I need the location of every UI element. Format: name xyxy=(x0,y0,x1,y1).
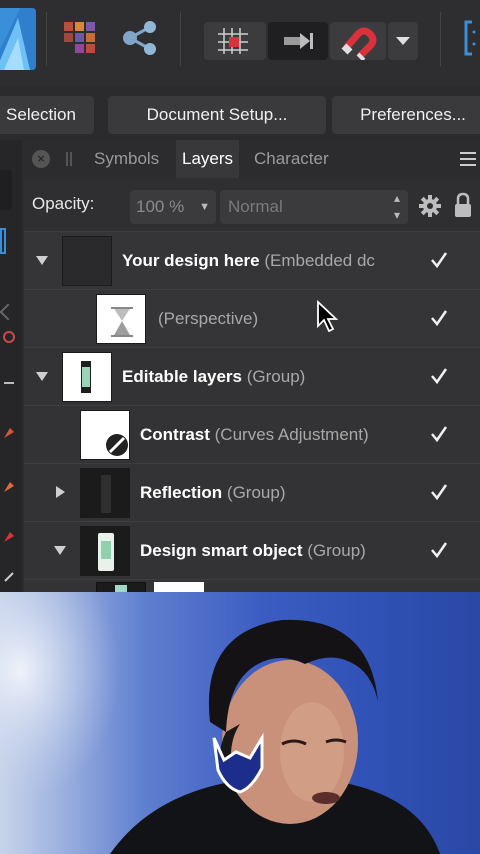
move-tool[interactable] xyxy=(0,170,12,210)
toolbar-divider xyxy=(46,12,47,66)
layer-type: (Embedded dc xyxy=(264,251,375,270)
layer-row[interactable]: Reflection (Group) xyxy=(24,464,480,522)
selection-button[interactable]: Selection xyxy=(0,96,94,134)
layer-row[interactable]: Editable layers (Group) xyxy=(24,348,480,406)
webcam-feed xyxy=(0,592,480,854)
opacity-bar: Opacity: 100 % ▼ Normal ▴ ▾ xyxy=(24,178,480,232)
paint-tool-icon[interactable] xyxy=(2,480,16,494)
layers-list: Your design here (Embedded dc (Perspecti… xyxy=(24,232,480,592)
layer-name: Contrast xyxy=(140,425,210,444)
visibility-checkmark-icon[interactable] xyxy=(430,367,448,385)
layer-name: Design smart object xyxy=(140,541,303,560)
layer-row[interactable]: Your design here (Embedded dc xyxy=(24,232,480,290)
mouse-cursor-icon xyxy=(317,300,338,332)
presenter-video-image xyxy=(0,592,440,854)
disclosure-triangle-icon[interactable] xyxy=(52,542,68,558)
visibility-checkmark-icon[interactable] xyxy=(430,309,448,327)
group-preview-icon xyxy=(81,361,91,393)
share-icon[interactable] xyxy=(120,18,160,58)
tools-strip xyxy=(0,140,22,592)
toolbar-divider xyxy=(440,12,441,66)
snapping-grid-button[interactable] xyxy=(204,22,266,60)
disclosure-triangle-icon[interactable] xyxy=(52,484,68,500)
opacity-field[interactable]: 100 % ▼ xyxy=(130,190,216,224)
layer-type: (Group) xyxy=(307,541,366,560)
panel-menu-icon[interactable] xyxy=(460,152,476,166)
magnet-snapping-button[interactable] xyxy=(330,22,386,62)
erase-tool-icon[interactable] xyxy=(2,426,16,440)
layer-type: (Group) xyxy=(226,483,286,502)
lock-icon[interactable] xyxy=(454,192,472,218)
layers-panel: × Symbols Layers Character Opacity: 100 … xyxy=(24,140,480,592)
layer-row[interactable]: Design smart object (Group) xyxy=(24,522,480,580)
brush-tool-icon[interactable] xyxy=(2,330,16,344)
transfer-button[interactable] xyxy=(268,22,328,60)
visibility-checkmark-icon[interactable] xyxy=(430,541,448,559)
main-toolbar xyxy=(0,0,480,86)
blend-mode-select[interactable]: Normal ▴ ▾ xyxy=(220,190,408,224)
curves-adjustment-icon xyxy=(106,434,128,456)
layer-row-partial[interactable] xyxy=(24,580,480,592)
chevron-down-icon[interactable] xyxy=(388,22,418,60)
clone-tool-icon[interactable] xyxy=(2,530,16,544)
layer-label: Your design here (Embedded dc xyxy=(122,232,400,290)
disclosure-triangle-icon[interactable] xyxy=(34,252,50,268)
affinity-photo-logo-icon[interactable] xyxy=(0,8,36,70)
tab-character[interactable]: Character xyxy=(254,140,329,178)
close-panel-icon[interactable]: × xyxy=(32,150,50,168)
layer-thumbnail xyxy=(80,410,130,460)
updown-arrows-icon: ▴ ▾ xyxy=(393,191,400,222)
pen-tool-icon[interactable] xyxy=(2,376,16,390)
layer-thumbnail xyxy=(62,352,112,402)
smudge-tool-icon[interactable] xyxy=(2,570,16,584)
layer-thumbnail xyxy=(80,526,130,576)
perspective-hourglass-icon xyxy=(111,307,133,337)
live-projects-icon[interactable] xyxy=(60,18,100,58)
layer-name: Editable layers xyxy=(122,367,243,386)
layer-thumbnail xyxy=(96,294,146,344)
layer-label: Editable layers (Group) xyxy=(122,348,400,406)
visibility-checkmark-icon[interactable] xyxy=(430,251,448,269)
panel-grip-icon[interactable] xyxy=(66,152,72,166)
visibility-checkmark-icon[interactable] xyxy=(430,425,448,443)
layer-row[interactable]: (Perspective) xyxy=(24,290,480,348)
persona-button-row: Selection Document Setup... Preferences.… xyxy=(0,94,480,138)
tool-group-icon xyxy=(0,303,17,321)
layer-label: Contrast (Curves Adjustment) xyxy=(140,406,402,464)
opacity-value: 100 % xyxy=(136,197,185,216)
layer-row[interactable]: Contrast (Curves Adjustment) xyxy=(24,406,480,464)
opacity-label: Opacity: xyxy=(32,194,95,213)
layer-type: (Curves Adjustment) xyxy=(214,425,369,444)
opacity-caret-icon[interactable]: ▼ xyxy=(199,190,210,224)
panel-tabs: × Symbols Layers Character xyxy=(24,140,480,178)
layer-thumbnail xyxy=(96,582,146,592)
layer-label: Reflection (Group) xyxy=(140,464,402,522)
layer-thumbnail xyxy=(154,582,204,592)
reflection-preview-icon xyxy=(101,475,111,513)
visibility-checkmark-icon[interactable] xyxy=(430,483,448,501)
preferences-button[interactable]: Preferences... xyxy=(332,96,480,134)
layer-thumbnail xyxy=(62,236,112,286)
tab-symbols[interactable]: Symbols xyxy=(94,140,159,178)
tab-layers[interactable]: Layers xyxy=(176,140,240,178)
layer-name: Your design here xyxy=(122,251,260,270)
layer-name: Reflection xyxy=(140,483,223,502)
toolbar-divider xyxy=(180,12,181,66)
blend-mode-value: Normal xyxy=(228,197,283,216)
smart-object-preview-icon xyxy=(98,533,114,571)
gear-icon[interactable] xyxy=(418,194,442,218)
view-bracket-icon[interactable] xyxy=(462,18,480,58)
layer-thumbnail xyxy=(80,468,130,518)
disclosure-triangle-icon[interactable] xyxy=(34,368,50,384)
layer-type: (Group) xyxy=(246,367,306,386)
layer-label: Design smart object (Group) xyxy=(140,522,402,580)
document-setup-button[interactable]: Document Setup... xyxy=(108,96,326,134)
crop-tool[interactable] xyxy=(0,228,6,254)
